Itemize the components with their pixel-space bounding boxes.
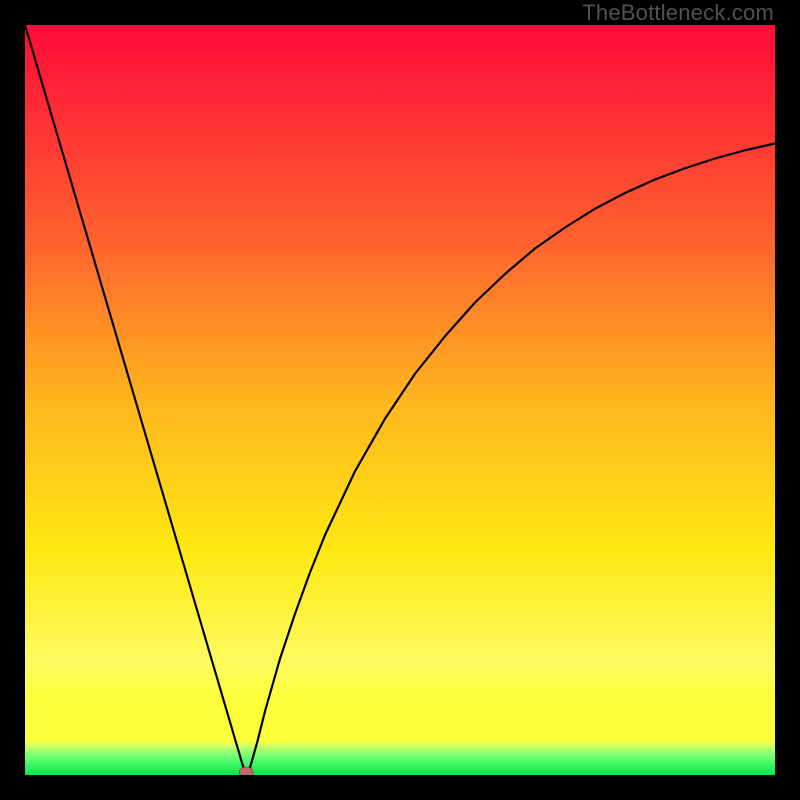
plot-area <box>25 25 775 775</box>
chart-frame: TheBottleneck.com <box>0 0 800 800</box>
minimum-marker <box>239 767 253 775</box>
watermark-text: TheBottleneck.com <box>582 0 774 26</box>
bottleneck-curve-chart <box>25 25 775 775</box>
gradient-background <box>25 25 775 775</box>
